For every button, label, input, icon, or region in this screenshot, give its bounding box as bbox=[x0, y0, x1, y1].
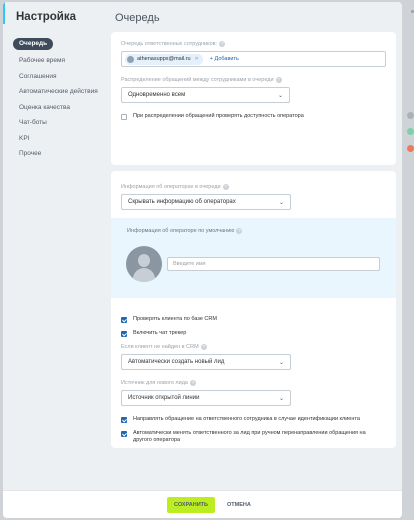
default-info-title: Информация об операторе по умолчанию? bbox=[127, 228, 243, 234]
check-availability-label: При распределении обращений проверять до… bbox=[133, 113, 304, 119]
chevron-down-icon: ⌄ bbox=[278, 395, 284, 402]
enable-tracker-label: Включить чат трекер bbox=[133, 330, 187, 336]
main-content: Очередь Очередь ответственных сотруднико… bbox=[111, 2, 396, 454]
help-icon[interactable]: ? bbox=[275, 77, 282, 83]
chevron-down-icon: ⌄ bbox=[277, 92, 283, 99]
avatar-body-shape bbox=[133, 268, 155, 282]
sidebar-item-quality-rating[interactable]: Оценка качества bbox=[3, 100, 103, 116]
help-icon[interactable]: ? bbox=[189, 380, 196, 386]
not-found-label: Если клиент не найден в CRM? bbox=[121, 344, 207, 350]
right-panel-strip bbox=[404, 0, 414, 520]
cancel-button[interactable]: ОТМЕНА bbox=[227, 502, 251, 508]
help-icon[interactable]: ? bbox=[236, 228, 243, 234]
chevron-down-icon: ⌄ bbox=[278, 359, 284, 366]
help-icon[interactable]: ? bbox=[222, 184, 229, 190]
help-icon[interactable]: ? bbox=[219, 41, 226, 47]
route-responsible-checkbox[interactable] bbox=[121, 416, 127, 423]
help-icon[interactable]: ? bbox=[200, 344, 207, 350]
avatar-head-shape bbox=[138, 254, 150, 267]
distribution-select-value: Одновременно всем bbox=[128, 92, 186, 98]
enable-tracker-row[interactable]: Включить чат трекер bbox=[121, 330, 386, 337]
operator-info-select[interactable]: Скрывать информацию об операторах ⌄ bbox=[121, 194, 291, 210]
distribution-select[interactable]: Одновременно всем ⌄ bbox=[121, 87, 290, 103]
remove-user-icon[interactable]: ✕ bbox=[195, 56, 199, 62]
app-icon[interactable] bbox=[407, 128, 414, 135]
page-title: Очередь bbox=[115, 12, 160, 24]
sidebar-item-working-hours[interactable]: Рабочее время bbox=[3, 53, 103, 69]
chevron-down-icon: ⌄ bbox=[278, 199, 284, 206]
default-operator-info-box: Информация об операторе по умолчанию? Вв… bbox=[111, 218, 396, 298]
queue-card: Очередь ответственных сотрудников:? athe… bbox=[111, 32, 396, 165]
user-tag-label: athenasupps@mail.ru bbox=[137, 56, 191, 62]
user-tag[interactable]: athenasupps@mail.ru ✕ bbox=[125, 53, 203, 65]
sidebar-item-queue[interactable]: Очередь bbox=[13, 38, 54, 50]
sidebar-item-chat-bots[interactable]: Чат-боты bbox=[3, 115, 103, 131]
check-availability-row[interactable]: При распределении обращений проверять до… bbox=[121, 113, 386, 120]
lead-source-select-value: Источник открытой линии bbox=[128, 395, 200, 401]
check-crm-checkbox[interactable] bbox=[121, 316, 127, 323]
not-found-select-value: Автоматически создать новый лид bbox=[128, 359, 225, 365]
distribution-label: Распределение обращений между сотрудника… bbox=[121, 77, 282, 83]
notification-icon[interactable] bbox=[407, 145, 414, 152]
sidebar-item-other[interactable]: Прочее bbox=[3, 146, 103, 162]
auto-change-label: Автоматически менять ответственного за л… bbox=[133, 430, 366, 443]
route-responsible-label: Направлять обращение на ответственного с… bbox=[133, 416, 360, 422]
check-crm-row[interactable]: Проверять клиента по базе CRM bbox=[121, 316, 386, 323]
check-availability-checkbox[interactable] bbox=[121, 113, 127, 120]
lead-source-select[interactable]: Источник открытой линии ⌄ bbox=[121, 390, 291, 406]
sidebar-title: Настройка bbox=[16, 11, 76, 23]
default-info-row: Введите имя bbox=[126, 246, 387, 282]
save-button[interactable]: СОХРАНИТЬ bbox=[167, 496, 215, 513]
check-crm-label: Проверять клиента по базе CRM bbox=[133, 316, 217, 322]
user-avatar-icon bbox=[127, 55, 134, 63]
operator-card: Информация об операторах в очереди? Скры… bbox=[111, 171, 396, 448]
responsible-users-field[interactable]: athenasupps@mail.ru ✕ + Добавить bbox=[121, 51, 386, 67]
sidebar: Настройка Очередь Рабочее время Соглашен… bbox=[3, 2, 103, 518]
footer-bar: СОХРАНИТЬ ОТМЕНА bbox=[3, 490, 402, 518]
sidebar-item-automatic-actions[interactable]: Автоматические действия bbox=[3, 84, 103, 100]
lead-source-label: Источник для нового лида? bbox=[121, 380, 196, 386]
operator-name-input[interactable]: Введите имя bbox=[167, 257, 380, 271]
route-responsible-row[interactable]: Направлять обращение на ответственного с… bbox=[121, 416, 386, 423]
auto-change-checkbox[interactable] bbox=[121, 430, 127, 437]
operator-avatar[interactable] bbox=[126, 246, 162, 282]
sidebar-item-kpi[interactable]: KPI bbox=[3, 131, 103, 147]
responsible-label: Очередь ответственных сотрудников:? bbox=[121, 41, 226, 47]
operator-info-select-value: Скрывать информацию об операторах bbox=[128, 199, 236, 205]
operator-info-label: Информация об операторах в очереди? bbox=[121, 184, 229, 190]
settings-window: Настройка Очередь Рабочее время Соглашен… bbox=[3, 2, 402, 518]
auto-change-row[interactable]: Автоматически менять ответственного за л… bbox=[121, 430, 386, 444]
enable-tracker-checkbox[interactable] bbox=[121, 330, 127, 337]
panel-icon[interactable] bbox=[407, 112, 414, 119]
not-found-select[interactable]: Автоматически создать новый лид ⌄ bbox=[121, 354, 291, 370]
add-user-link[interactable]: + Добавить bbox=[210, 56, 239, 62]
sidebar-item-agreements[interactable]: Соглашения bbox=[3, 69, 103, 85]
